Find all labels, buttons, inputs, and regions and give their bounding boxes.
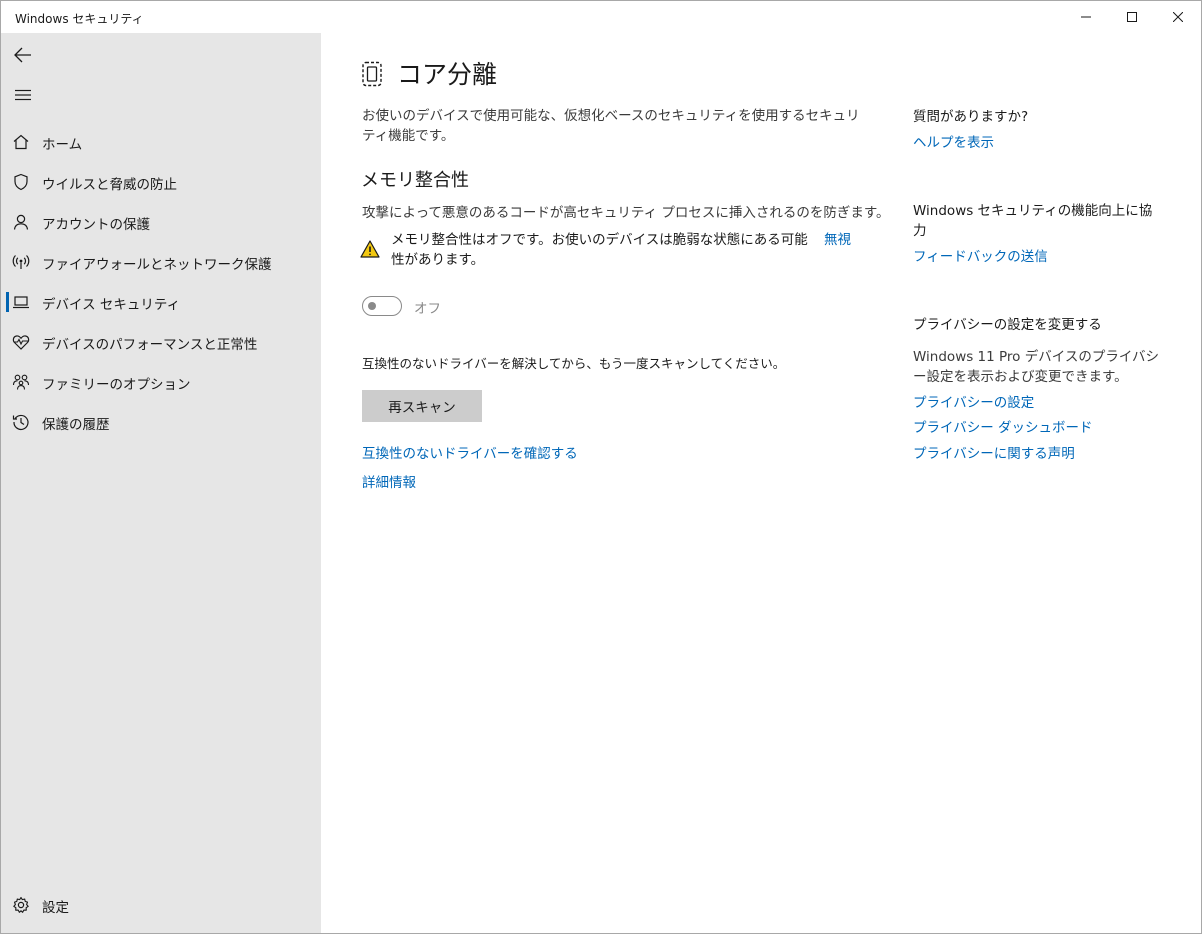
learn-more-link[interactable]: 詳細情報 [362,471,416,491]
sidebar-item-device-security[interactable]: デバイス セキュリティ [1,282,321,322]
back-arrow-icon [14,47,31,63]
minimize-button[interactable] [1063,1,1109,33]
sidebar-item-settings[interactable]: 設定 [1,885,321,925]
main-content: コア分離 お使いのデバイスで使用可能な、仮想化ベースのセキュリティを使用するセキ… [321,33,890,933]
laptop-icon [12,293,30,311]
review-incompatible-drivers-link[interactable]: 互換性のないドライバーを確認する [362,442,578,462]
privacy-statement-link[interactable]: プライバシーに関する声明 [913,444,1075,464]
title-bar: Windows セキュリティ [1,1,1201,33]
privacy-settings-link[interactable]: プライバシーの設定 [913,393,1034,413]
page-title: コア分離 [397,60,498,89]
app-title: Windows セキュリティ [15,12,144,26]
sidebar-item-label: ホーム [42,137,83,153]
memory-integrity-toggle[interactable] [362,296,402,316]
core-isolation-icon [361,61,383,87]
person-icon [12,213,30,231]
close-button[interactable] [1155,1,1201,33]
rescan-button[interactable]: 再スキャン [362,390,482,422]
memory-integrity-heading: メモリ整合性 [361,170,469,191]
privacy-description: Windows 11 Pro デバイスのプライバシー設定を表示および変更できます… [913,349,1160,385]
privacy-dashboard-link[interactable]: プライバシー ダッシュボード [913,418,1093,438]
maximize-icon [1127,12,1137,22]
antenna-icon [12,253,30,271]
sidebar: ホーム ウイルスと脅威の防止 アカウントの保護 ファイアウォールとネットワーク保… [1,33,321,933]
warning-message: メモリ整合性はオフです。お使いのデバイスは脆弱な状態にある可能性があります。 [391,232,808,268]
history-icon [12,413,30,431]
maximize-button[interactable] [1109,1,1155,33]
get-help-link[interactable]: ヘルプを表示 [913,133,994,153]
give-feedback-link[interactable]: フィードバックの送信 [913,247,1048,267]
sidebar-item-label: 保護の履歴 [42,417,110,433]
toggle-knob [368,302,376,310]
home-icon [12,133,30,151]
sidebar-item-label: デバイスのパフォーマンスと正常性 [42,337,258,353]
sidebar-item-protection-history[interactable]: 保護の履歴 [1,402,321,442]
back-button[interactable] [1,35,45,75]
sidebar-item-label: ウイルスと脅威の防止 [42,177,177,193]
sidebar-item-label: デバイス セキュリティ [42,297,181,313]
minimize-icon [1081,16,1091,18]
sidebar-item-virus-protection[interactable]: ウイルスと脅威の防止 [1,162,321,202]
sidebar-item-label: ファミリーのオプション [42,377,191,393]
sidebar-item-label: ファイアウォールとネットワーク保護 [42,257,272,273]
memory-integrity-description: 攻撃によって悪意のあるコードが高セキュリティ プロセスに挿入されるのを防ぎます。 [362,205,890,221]
close-icon [1173,12,1183,22]
menu-button[interactable] [1,75,45,115]
toggle-state-label: オフ [414,301,441,317]
app-window: Windows セキュリティ ホーム ウイルスと脅威の防止 アカウントの保護 フ… [0,0,1202,934]
sidebar-item-account-protection[interactable]: アカウントの保護 [1,202,321,242]
warning-icon [360,240,380,258]
page-description: お使いのデバイスで使用可能な、仮想化ベースのセキュリティを使用するセキュリティ機… [362,108,860,144]
sidebar-item-home[interactable]: ホーム [1,122,321,162]
heart-pulse-icon [12,333,30,351]
settings-label: 設定 [42,900,69,916]
shield-icon [12,173,30,191]
sidebar-item-firewall[interactable]: ファイアウォールとネットワーク保護 [1,242,321,282]
improve-heading: Windows セキュリティの機能向上に協力 [913,203,1153,239]
rescan-instruction: 互換性のないドライバーを解決してから、もう一度スキャンしてください。 [362,356,786,371]
question-heading: 質問がありますか? [913,109,1029,125]
gear-icon [12,896,30,914]
sidebar-item-family-options[interactable]: ファミリーのオプション [1,362,321,402]
privacy-heading: プライバシーの設定を変更する [913,317,1102,333]
sidebar-item-device-performance[interactable]: デバイスのパフォーマンスと正常性 [1,322,321,362]
sidebar-item-label: アカウントの保護 [42,217,150,233]
family-icon [12,373,30,391]
ignore-link[interactable]: 無視 [824,230,851,250]
nav-list: ホーム ウイルスと脅威の防止 アカウントの保護 ファイアウォールとネットワーク保… [1,122,321,442]
help-panel: 質問がありますか? ヘルプを表示 Windows セキュリティの機能向上に協力 … [881,33,1181,933]
hamburger-icon [15,89,31,101]
